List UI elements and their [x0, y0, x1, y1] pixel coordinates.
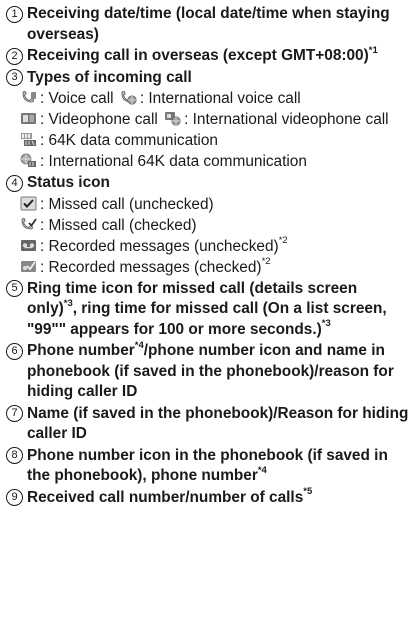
international-voice-call-icon [120, 90, 137, 105]
international-voice-call-label: : International voice call [139, 90, 301, 107]
footnote-ref: *5 [303, 486, 313, 498]
icon-row-international-64k-content: : International 64K data communication [20, 151, 410, 172]
item-number-8: 8 [6, 447, 23, 464]
icon-row-videophone: : Videophone call : International videop… [6, 109, 410, 130]
footnote-ref: *3 [63, 297, 73, 309]
legend-item-6: 6 Phone number*4/phone number icon and n… [6, 341, 410, 403]
item-number-3: 3 [6, 69, 23, 86]
item-number-5: 5 [6, 280, 23, 297]
missed-call-checked-icon [20, 217, 37, 232]
footnote-ref: *3 [321, 318, 331, 330]
item-text-8-wrap: Phone number icon in the phonebook (if s… [27, 446, 410, 487]
voice-call-icon [20, 90, 37, 105]
item-text-6a: Phone number [27, 342, 135, 359]
item-number-6: 6 [6, 342, 23, 360]
icon-row-recorded-unchecked: : Recorded messages (unchecked)*2 [6, 236, 410, 257]
item-number-2: 2 [6, 47, 23, 65]
item-text-2-wrap: Receiving call in overseas (except GMT+0… [27, 46, 410, 67]
item-text-6-wrap: Phone number*4/phone number icon and nam… [27, 341, 410, 403]
item-text-8: Phone number icon in the phonebook (if s… [27, 446, 388, 485]
legend-page: 1 Receiving date/time (local date/time w… [0, 0, 416, 638]
icon-row-voice: : Voice call : International voice call [6, 88, 410, 109]
legend-item-4: 4 Status icon [6, 173, 410, 194]
item-text-9: Received call number/number of calls [27, 488, 304, 506]
videophone-call-label: : Videophone call [40, 111, 158, 128]
legend-item-5: 5 Ring time icon for missed call (detail… [6, 279, 410, 341]
footnote-ref: *1 [368, 44, 378, 56]
legend-item-3: 3 Types of incoming call [6, 68, 410, 89]
recorded-messages-checked-icon [20, 259, 37, 274]
item-number-7: 7 [6, 405, 23, 422]
international-videophone-call-icon [164, 111, 181, 126]
icon-row-64k: : 64K data communication [6, 130, 410, 151]
item-number-9: 9 [6, 489, 23, 506]
item-text-5b: , ring time for missed call (On a list s… [27, 300, 387, 338]
legend-item-8: 8 Phone number icon in the phonebook (if… [6, 446, 410, 487]
item-text-4: Status icon [27, 174, 110, 191]
legend-item-9: 9 Received call number/number of calls*5 [6, 486, 410, 509]
item-number-4: 4 [6, 174, 23, 192]
missed-call-unchecked-label: : Missed call (unchecked) [40, 195, 214, 213]
icon-row-missed-unchecked: : Missed call (unchecked) [6, 194, 410, 215]
missed-call-unchecked-icon [20, 196, 37, 211]
icon-row-recorded-checked-content: : Recorded messages (checked)*2 [20, 257, 410, 278]
item-text-2: Receiving call in overseas (except GMT+0… [27, 47, 369, 64]
footnote-ref: *2 [261, 256, 271, 268]
recorded-messages-checked-label: : Recorded messages (checked) [40, 258, 262, 276]
item-text-3: Types of incoming call [27, 68, 192, 86]
legend-item-7: 7 Name (if saved in the phonebook)/Reaso… [6, 404, 410, 445]
international-64k-data-communication-icon [20, 153, 37, 168]
item-text-1: Receiving date/time (local date/time whe… [27, 5, 390, 43]
icon-row-international-64k: : International 64K data communication [6, 151, 410, 172]
legend-item-1: 1 Receiving date/time (local date/time w… [6, 4, 410, 45]
international-64k-data-communication-label: : International 64K data communication [40, 153, 307, 170]
icon-row-recorded-checked: : Recorded messages (checked)*2 [6, 257, 410, 278]
item-text-7: Name (if saved in the phonebook)/Reason … [27, 404, 409, 443]
legend-item-2: 2 Receiving call in overseas (except GMT… [6, 46, 410, 67]
icon-row-missed-checked: : Missed call (checked) [6, 215, 410, 236]
icon-row-missed-unchecked-content: : Missed call (unchecked) [20, 194, 410, 215]
videophone-call-icon [20, 111, 37, 126]
recorded-messages-unchecked-icon [20, 238, 37, 253]
footnote-ref: *2 [278, 235, 288, 247]
64k-data-communication-label: : 64K data communication [40, 132, 218, 149]
international-videophone-call-label: : International videophone call [184, 111, 389, 128]
icon-row-voice-content: : Voice call : International voice call [20, 88, 410, 109]
icon-row-videophone-content: : Videophone call : International videop… [20, 109, 410, 130]
missed-call-checked-label: : Missed call (checked) [40, 216, 197, 234]
recorded-messages-unchecked-label: : Recorded messages (unchecked) [40, 237, 279, 255]
voice-call-label: : Voice call [40, 90, 114, 107]
item-number-1: 1 [6, 5, 23, 23]
footnote-ref: *4 [134, 339, 144, 351]
icon-row-recorded-unchecked-content: : Recorded messages (unchecked)*2 [20, 236, 410, 257]
64k-data-communication-icon [20, 132, 37, 147]
icon-row-64k-content: : 64K data communication [20, 130, 410, 151]
item-text-9-wrap: Received call number/number of calls*5 [27, 486, 410, 509]
footnote-ref: *4 [257, 464, 267, 476]
icon-row-missed-checked-content: : Missed call (checked) [20, 215, 410, 236]
item-text-5-wrap: Ring time icon for missed call (details … [27, 279, 410, 341]
